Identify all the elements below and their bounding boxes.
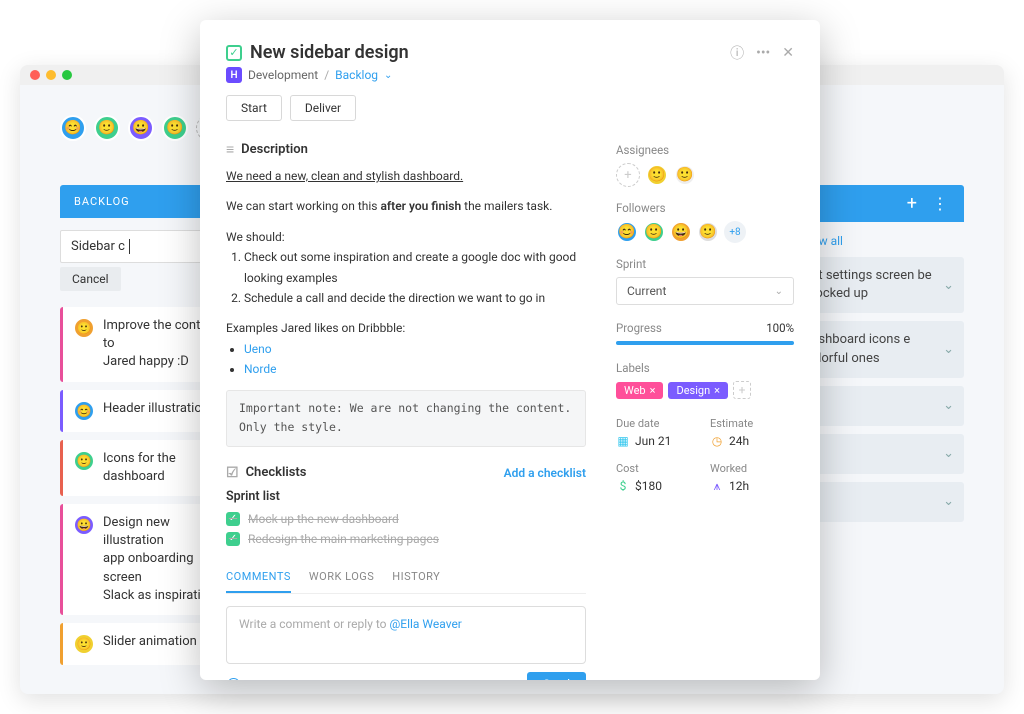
chevron-down-icon: ⌄	[775, 286, 783, 297]
link-ueno[interactable]: Ueno	[244, 342, 272, 356]
description-body[interactable]: We need a new, clean and stylish dashboa…	[226, 166, 586, 447]
calendar-icon: ▦	[616, 434, 630, 448]
clock-icon: ◷	[710, 434, 724, 448]
followers-label: Followers	[616, 201, 794, 215]
more-icon[interactable]: •••	[756, 45, 770, 61]
deliver-button[interactable]: Deliver	[290, 95, 356, 121]
add-icon[interactable]: +	[907, 193, 918, 214]
avatar[interactable]: 🙂	[697, 221, 719, 243]
remove-icon: ×	[714, 384, 720, 397]
progress-label: Progress	[616, 321, 662, 335]
remove-icon: ×	[650, 384, 656, 397]
close-icon[interactable]: ✕	[782, 45, 794, 61]
chevron-down-icon: ⌄	[943, 494, 954, 509]
add-assignee-button[interactable]: +	[616, 163, 640, 187]
tab-worklogs[interactable]: WORK LOGS	[309, 562, 374, 593]
checkbox-icon: ✓	[226, 512, 240, 526]
due-date[interactable]: ▦Jun 21	[616, 434, 700, 448]
activity-tabs: COMMENTS WORK LOGS HISTORY	[226, 562, 586, 594]
avatar[interactable]: 😊	[616, 221, 638, 243]
send-button[interactable]: Send	[527, 672, 586, 680]
cancel-button[interactable]: Cancel	[60, 267, 121, 291]
sprint-select[interactable]: Current ⌄	[616, 277, 794, 305]
description-icon: ≡	[226, 141, 234, 158]
task-detail-modal: ✓ New sidebar design ⓘ ••• ✕ H Developme…	[200, 20, 820, 680]
more-followers[interactable]: +8	[724, 221, 746, 243]
worked[interactable]: ⩚12h	[710, 479, 794, 493]
description-heading: ≡ Description	[226, 141, 586, 158]
link-norde[interactable]: Norde	[244, 362, 277, 376]
activity-icon: ⩚	[710, 479, 724, 493]
task-title[interactable]: New sidebar design	[250, 42, 722, 63]
comment-input[interactable]: Write a comment or reply to @Ella Weaver	[226, 606, 586, 664]
checklist-item[interactable]: ✓ Redesign the main marketing pages	[226, 532, 586, 546]
window-close-dot[interactable]	[30, 70, 40, 80]
avatar[interactable]: 🙂	[162, 115, 188, 141]
estimate[interactable]: ◷24h	[710, 434, 794, 448]
chevron-down-icon[interactable]: ⌄	[384, 70, 392, 81]
info-icon[interactable]: ⓘ	[730, 43, 744, 63]
start-button[interactable]: Start	[226, 95, 282, 121]
chevron-down-icon: ⌄	[943, 342, 954, 357]
label-tag[interactable]: Web ×	[616, 382, 663, 399]
labels-label: Labels	[616, 361, 794, 375]
avatar[interactable]: 🙂	[643, 221, 665, 243]
assignees-label: Assignees	[616, 143, 794, 157]
mention-icon[interactable]: @	[226, 674, 240, 680]
checklist-item[interactable]: ✓ Mock up the new dashboard	[226, 512, 586, 526]
chevron-down-icon: ⌄	[943, 446, 954, 461]
add-label-button[interactable]: +	[733, 381, 751, 399]
project-badge[interactable]: H	[226, 67, 242, 83]
checklist-icon: ☑	[226, 465, 239, 481]
task-complete-checkbox[interactable]: ✓	[226, 45, 242, 61]
avatar[interactable]: 🙂	[94, 115, 120, 141]
note-box: Important note: We are not changing the …	[226, 390, 586, 447]
tab-comments[interactable]: COMMENTS	[226, 562, 291, 593]
avatar[interactable]: 😊	[60, 115, 86, 141]
avatar[interactable]: 🙂	[674, 164, 696, 186]
cost[interactable]: $$180	[616, 479, 700, 493]
menu-icon[interactable]: ⋮	[932, 194, 950, 213]
avatar[interactable]: 😀	[128, 115, 154, 141]
checkbox-icon: ✓	[226, 532, 240, 546]
add-checklist-link[interactable]: Add a checklist	[504, 466, 586, 480]
sprint-label: Sprint	[616, 257, 794, 271]
progress-value: 100%	[766, 321, 794, 335]
chevron-down-icon: ⌄	[943, 278, 954, 293]
window-min-dot[interactable]	[46, 70, 56, 80]
window-max-dot[interactable]	[62, 70, 72, 80]
dollar-icon: $	[616, 479, 630, 493]
breadcrumb: H Development / Backlog ⌄	[226, 67, 794, 83]
chevron-down-icon: ⌄	[943, 398, 954, 413]
avatar[interactable]: 🙂	[646, 164, 668, 186]
tab-history[interactable]: HISTORY	[392, 562, 440, 593]
progress-bar[interactable]	[616, 341, 794, 345]
checklists-heading: Checklists	[246, 465, 307, 480]
label-tag[interactable]: Design ×	[668, 382, 728, 399]
avatar[interactable]: 😀	[670, 221, 692, 243]
checklist-title[interactable]: Sprint list	[226, 489, 586, 504]
